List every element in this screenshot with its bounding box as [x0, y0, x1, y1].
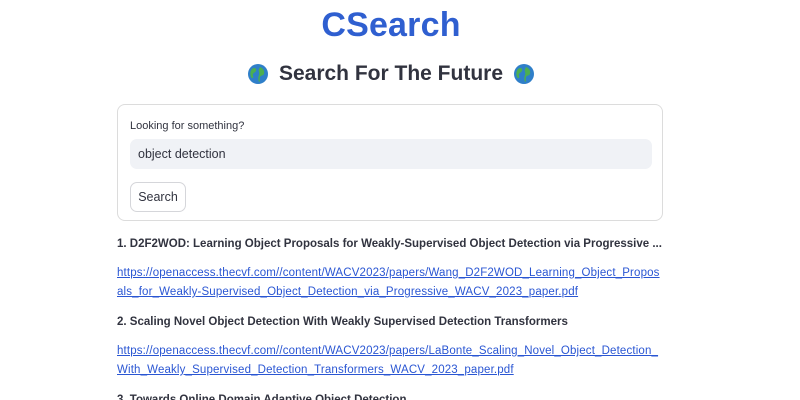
page-subtitle: Search For The Future: [0, 62, 782, 86]
result-link[interactable]: https://openaccess.thecvf.com//content/W…: [117, 264, 665, 302]
result-title: 2. Scaling Novel Object Detection With W…: [117, 316, 568, 328]
result-link[interactable]: https://openaccess.thecvf.com//content/W…: [117, 342, 665, 380]
app-title: CSearch: [321, 6, 461, 44]
globe-icon: [247, 63, 269, 85]
results-list: 1. D2F2WOD: Learning Object Proposals fo…: [117, 234, 667, 400]
search-label: Looking for something?: [130, 120, 245, 132]
result-item: 3. Towards Online Domain Adaptive Object…: [117, 390, 667, 400]
result-title: 3. Towards Online Domain Adaptive Object…: [117, 394, 407, 400]
search-input[interactable]: object detection: [130, 139, 652, 169]
globe-icon: [513, 63, 535, 85]
search-button[interactable]: Search: [130, 182, 186, 212]
search-form: Looking for something? object detection …: [117, 104, 663, 221]
result-item: 2. Scaling Novel Object Detection With W…: [117, 312, 667, 380]
page: CSearch Search For The Future Looking fo…: [0, 0, 800, 400]
result-item: 1. D2F2WOD: Learning Object Proposals fo…: [117, 234, 667, 302]
result-title: 1. D2F2WOD: Learning Object Proposals fo…: [117, 238, 662, 250]
subtitle-text: Search For The Future: [278, 62, 504, 85]
